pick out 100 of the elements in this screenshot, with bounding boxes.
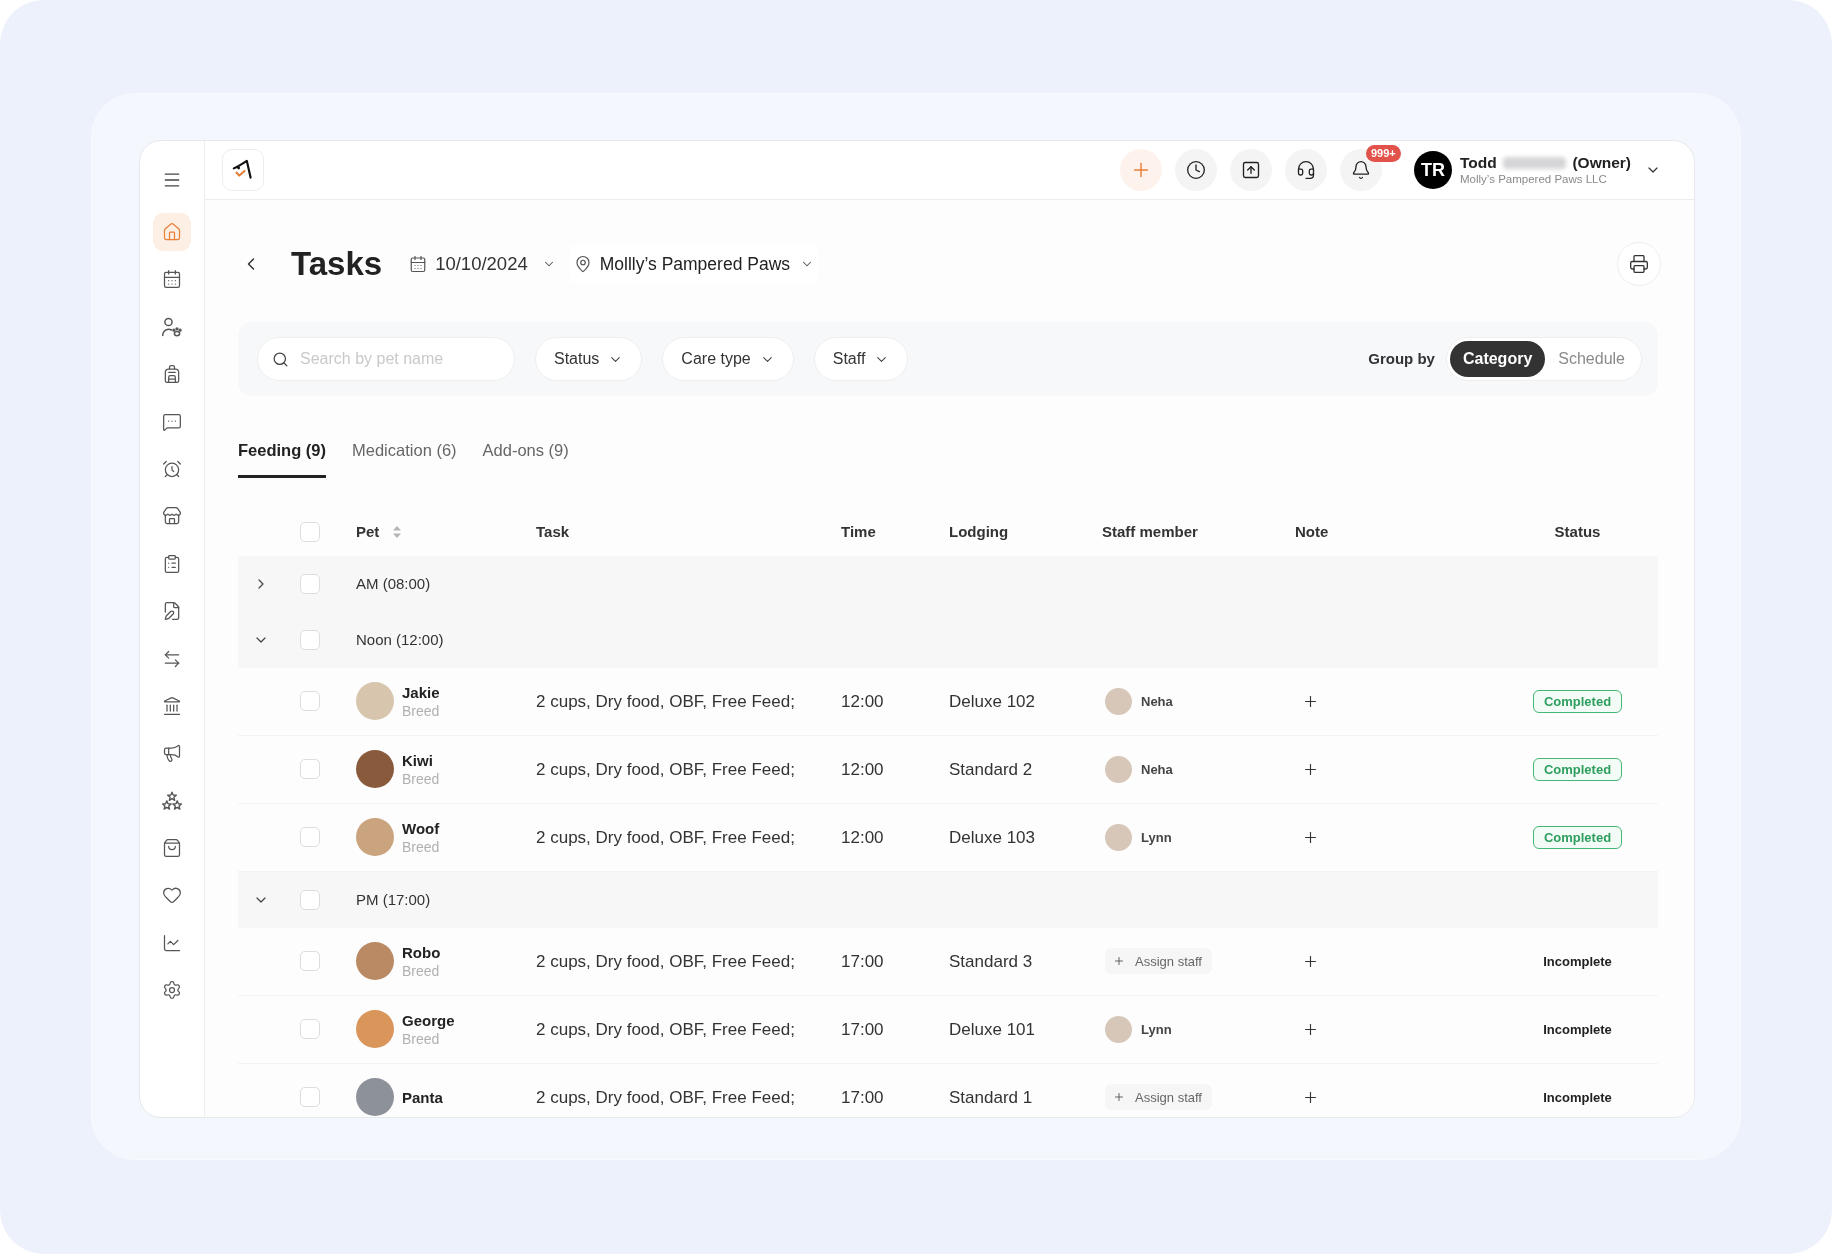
lodging-text: Standard 2 <box>949 759 1033 779</box>
pet-name: Jakie <box>402 682 440 702</box>
pet-photo-placeholder <box>356 942 394 981</box>
notification-badge: 999+ <box>1366 145 1401 162</box>
status-text: Incomplete <box>1543 1020 1612 1039</box>
stars-icon <box>162 790 182 811</box>
status-text: Incomplete <box>1543 952 1612 971</box>
home-icon <box>162 222 182 242</box>
headset-icon <box>1296 160 1316 180</box>
file-pen-icon <box>162 601 182 622</box>
pet-name: George <box>402 1010 455 1030</box>
filter-dropdown[interactable]: Care type <box>662 337 794 381</box>
backpack-icon <box>162 364 182 385</box>
date-picker[interactable]: 10/10/2024 <box>409 244 556 284</box>
pet-name: Robo <box>402 942 441 962</box>
staff-photo-placeholder <box>1105 687 1132 715</box>
pet-photo-placeholder <box>356 1078 394 1117</box>
column-header: Staff member <box>1102 521 1198 542</box>
plus-icon <box>1113 1091 1125 1104</box>
staff-name: Neha <box>1141 692 1173 711</box>
pet-name: Kiwi <box>402 750 434 770</box>
line-chart-icon <box>162 932 182 953</box>
lodging-text: Deluxe 102 <box>949 691 1035 711</box>
checkbox[interactable] <box>300 889 320 910</box>
task-text: 2 cups, Dry food, OBF, Free Feed; <box>536 951 795 971</box>
checkbox[interactable] <box>300 521 320 542</box>
logo-icon[interactable] <box>222 149 264 191</box>
pet-photo-placeholder <box>356 750 394 789</box>
pet-name: Panta <box>402 1087 443 1107</box>
store-icon <box>162 506 182 527</box>
column-header: Lodging <box>949 521 1009 542</box>
print-button[interactable] <box>1617 242 1661 286</box>
search-icon <box>272 350 289 368</box>
staff-name: Neha <box>1141 760 1173 779</box>
group-by-option[interactable]: Schedule <box>1545 341 1638 377</box>
staff-name: Lynn <box>1141 828 1172 847</box>
upload-icon <box>1241 160 1261 180</box>
status-badge: Completed <box>1532 757 1623 781</box>
history-button[interactable] <box>1175 149 1217 191</box>
task-text: 2 cups, Dry food, OBF, Free Feed; <box>536 759 795 779</box>
company-name: Molly’s Pampered Paws LLC <box>1460 172 1608 187</box>
user-avatar[interactable]: TR <box>1414 151 1452 189</box>
pet-breed: Breed <box>402 1029 441 1048</box>
chat-icon <box>162 411 182 432</box>
time-text: 12:00 <box>841 691 884 711</box>
checkbox[interactable] <box>300 573 320 594</box>
time-text: 12:00 <box>841 827 884 847</box>
user-paw-icon <box>162 316 182 337</box>
upload-button[interactable] <box>1230 149 1272 191</box>
checkbox[interactable] <box>300 691 320 712</box>
heart-icon <box>162 885 182 906</box>
blurred-text <box>1502 156 1567 169</box>
alarm-clock-icon <box>162 458 182 479</box>
calendar-icon <box>162 269 182 290</box>
clipboard-icon <box>162 553 182 574</box>
checkbox[interactable] <box>300 951 320 972</box>
assign-staff-button[interactable]: Assign staff <box>1105 1084 1212 1111</box>
time-text: 17:00 <box>841 1019 884 1039</box>
checkbox[interactable] <box>300 1087 320 1108</box>
sort-icon <box>393 525 402 538</box>
staff-photo-placeholder <box>1105 823 1132 851</box>
status-badge: Completed <box>1532 689 1623 713</box>
filter-dropdown[interactable]: Staff <box>813 337 909 381</box>
task-text: 2 cups, Dry food, OBF, Free Feed; <box>536 1019 795 1039</box>
staff-photo-placeholder <box>1105 1015 1132 1043</box>
checkbox[interactable] <box>300 827 320 848</box>
column-header[interactable]: Pet <box>356 520 402 543</box>
staff-name: Lynn <box>1141 1020 1172 1039</box>
group-label: AM (08:00) <box>356 574 431 592</box>
user-name: Todd <box>1460 153 1497 172</box>
pet-breed: Breed <box>402 961 441 980</box>
filter-dropdown[interactable]: Status <box>535 337 643 381</box>
checkbox[interactable] <box>300 759 320 780</box>
pet-breed: Breed <box>402 769 440 788</box>
time-text: 17:00 <box>841 1087 884 1107</box>
checkbox[interactable] <box>300 629 320 650</box>
time-text: 17:00 <box>841 951 884 971</box>
tab[interactable]: Medication (6) <box>352 426 457 478</box>
group-by-option[interactable]: Category <box>1449 341 1546 377</box>
checkbox[interactable] <box>300 1019 320 1040</box>
assign-staff-button[interactable]: Assign staff <box>1105 948 1212 975</box>
task-text: 2 cups, Dry food, OBF, Free Feed; <box>536 691 795 711</box>
column-header: Time <box>841 521 876 542</box>
page-title: Tasks <box>291 244 383 285</box>
pet-photo-placeholder <box>356 818 394 857</box>
lodging-text: Standard 3 <box>949 951 1033 971</box>
pet-name: Woof <box>402 818 440 838</box>
task-text: 2 cups, Dry food, OBF, Free Feed; <box>536 1087 795 1107</box>
lodging-text: Deluxe 101 <box>949 1019 1035 1039</box>
support-button[interactable] <box>1285 149 1327 191</box>
calendar-icon <box>409 255 428 273</box>
lodging-text: Deluxe 103 <box>949 827 1035 847</box>
plus-icon <box>1113 955 1125 968</box>
tab[interactable]: Add-ons (9) <box>482 426 569 478</box>
pet-breed: Breed <box>402 701 440 720</box>
pet-photo-placeholder <box>356 682 394 721</box>
status-badge: Completed <box>1532 825 1623 849</box>
tab[interactable]: Feeding (9) <box>238 426 326 478</box>
pet-photo-placeholder <box>356 1010 394 1049</box>
group-by-label: Group by <box>1368 348 1435 369</box>
